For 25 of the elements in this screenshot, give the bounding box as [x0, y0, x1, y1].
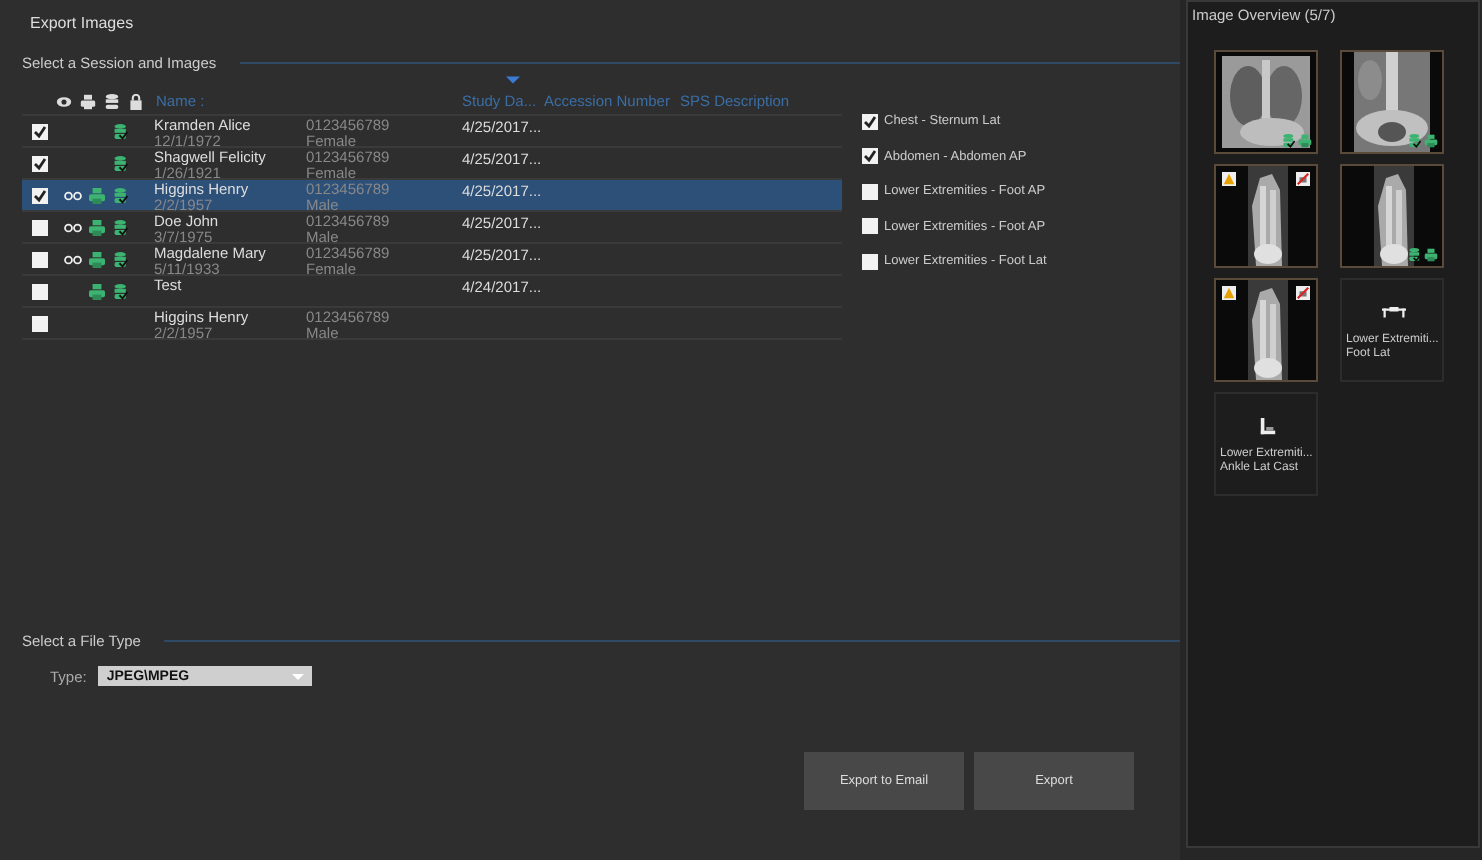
eye-icon: [56, 94, 72, 110]
row-checkbox[interactable]: [32, 188, 48, 204]
table-icon: [1382, 304, 1406, 322]
printer-icon: [80, 94, 96, 110]
series-checkbox[interactable]: [862, 148, 878, 165]
row-checkbox[interactable]: [32, 316, 48, 332]
series-checkbox[interactable]: [862, 253, 878, 270]
database-icon: [104, 94, 120, 110]
dialog-title: Export Images: [28, 12, 136, 36]
caret-icon: [292, 673, 305, 679]
row-checkbox[interactable]: [32, 284, 48, 300]
row-checkbox[interactable]: [32, 156, 48, 172]
image-thumbnail[interactable]: [1214, 50, 1318, 154]
lock-icon: [128, 94, 144, 110]
series-checkbox[interactable]: [862, 183, 878, 200]
chair-icon: [1256, 418, 1280, 436]
row-checkbox[interactable]: [32, 252, 48, 268]
image-thumbnail[interactable]: [1340, 50, 1444, 154]
row-checkbox[interactable]: [32, 124, 48, 140]
series-checkbox[interactable]: [862, 113, 878, 130]
series-checkbox[interactable]: [862, 218, 878, 235]
image-thumbnail[interactable]: [1214, 164, 1318, 268]
image-thumbnail[interactable]: [1214, 278, 1318, 382]
row-checkbox[interactable]: [32, 220, 48, 236]
image-thumbnail[interactable]: [1340, 164, 1444, 268]
